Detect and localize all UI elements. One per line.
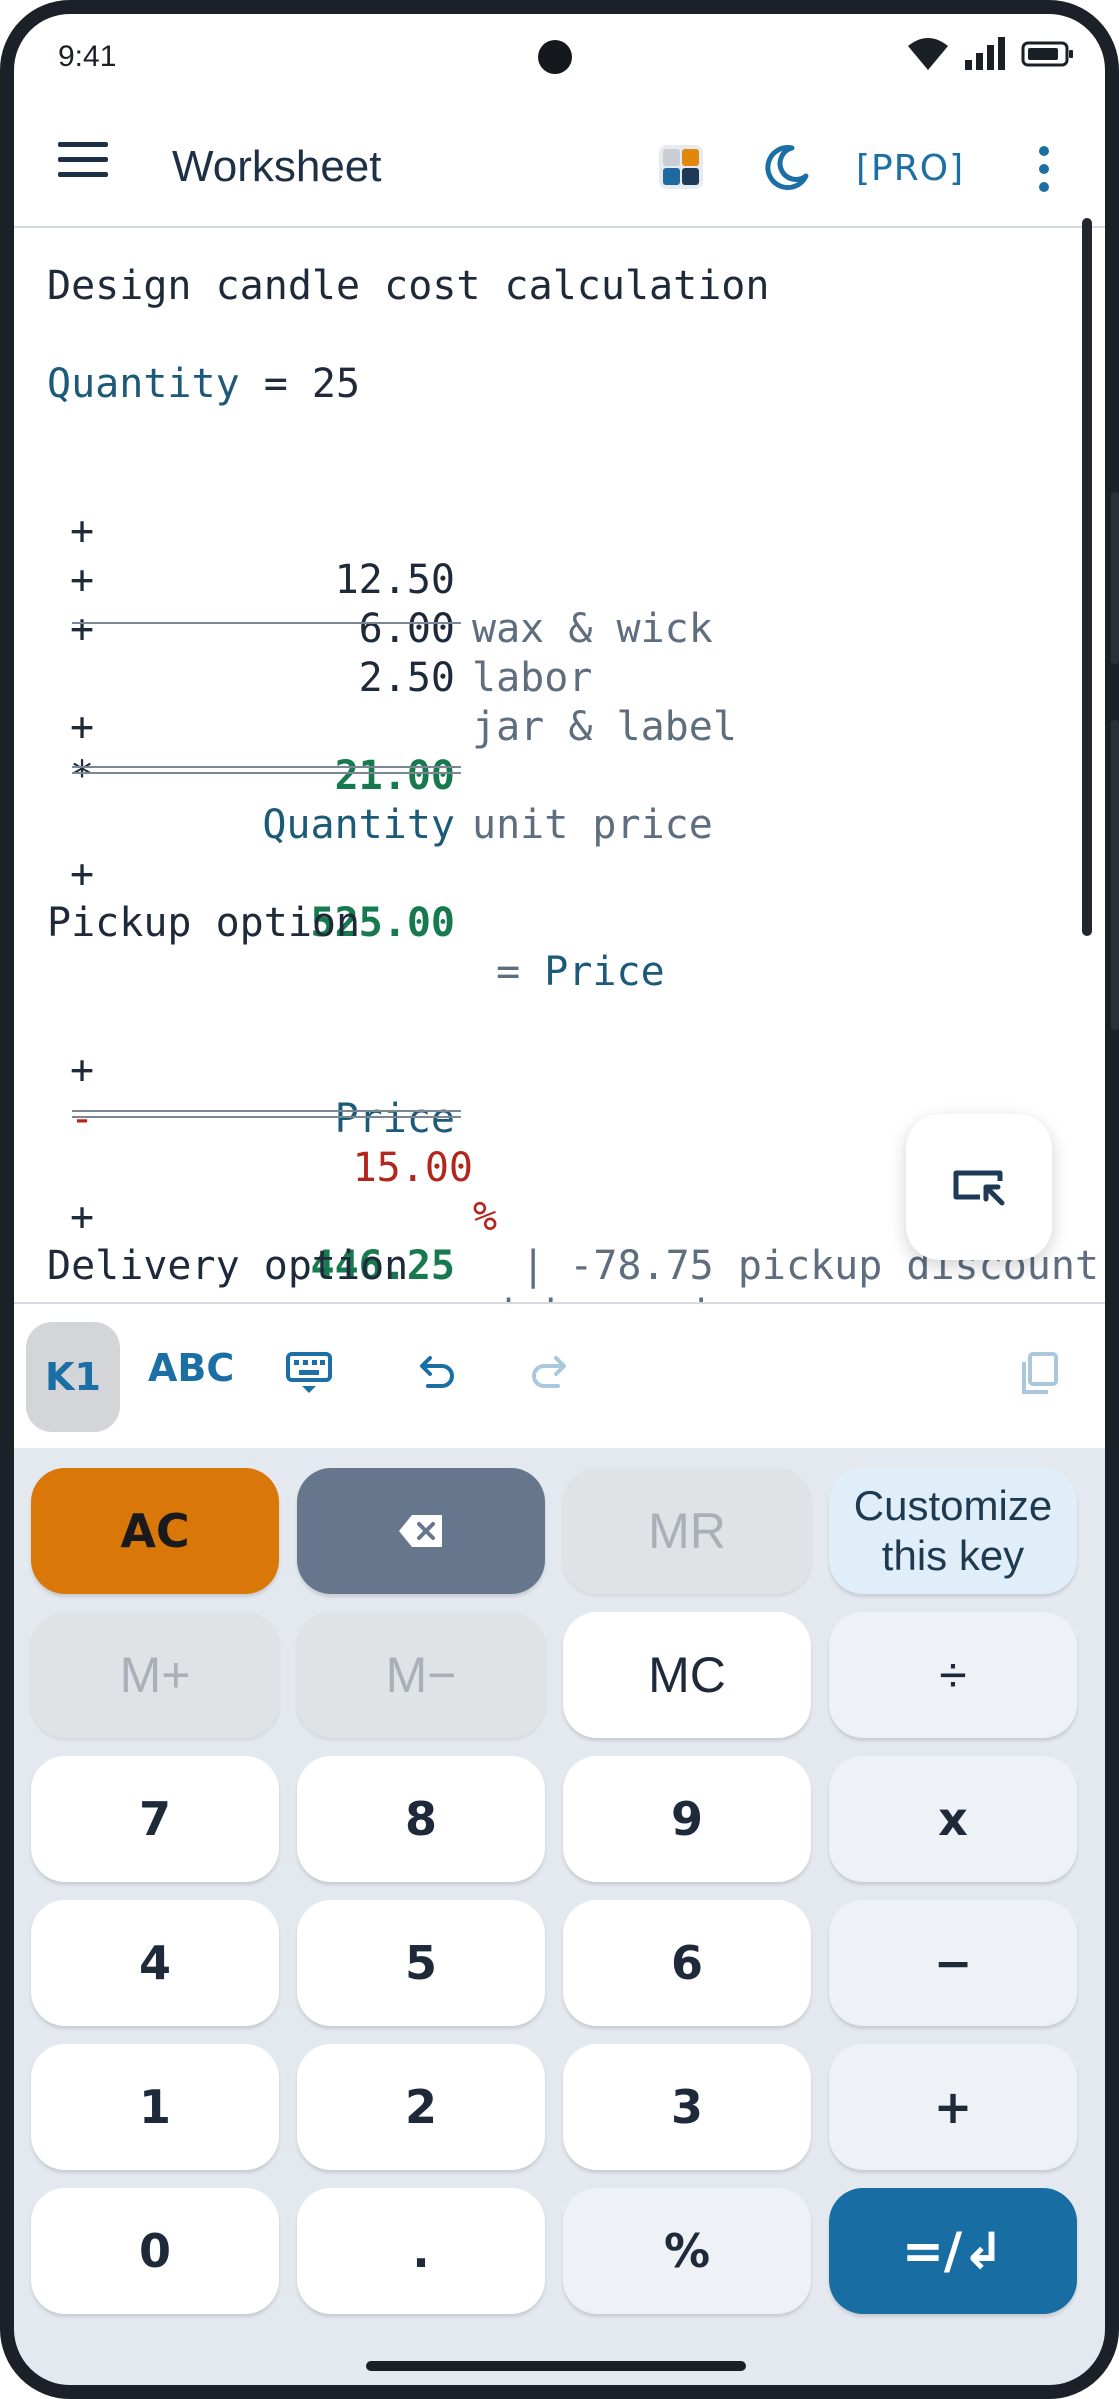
insert-result-button[interactable] [906,1114,1052,1260]
pickup-discount-row: - 15.00 % | -78.75 pickup discount [14,1046,1105,1289]
phone-screen: 9:41 Worksheet [PRO] Design candle cost … [14,14,1105,2385]
digit-3-button[interactable]: 3 [563,2044,811,2170]
copy-icon[interactable] [1014,1348,1064,1398]
digit-6-button[interactable]: 6 [563,1900,811,2026]
digit-5-button[interactable]: 5 [297,1900,545,2026]
keypad-k1-tab[interactable]: K1 [26,1322,120,1432]
memory-add-button[interactable]: M+ [31,1612,279,1738]
list-item: + 12.50 wax & wick [14,458,1105,652]
percent-sign: % [473,1194,498,1240]
multiply-row: * Quantity [14,703,1105,848]
device-side-button [1111,492,1119,664]
signal-icon [965,37,1005,70]
price-variable: Price [544,949,665,995]
hamburger-menu-icon[interactable] [58,140,108,180]
calculator-keypad: AC MR Customize this key M+ M− MC ÷ 7 8 … [14,1448,1105,2385]
operator: * [70,753,95,799]
more-options-icon[interactable] [1036,144,1052,194]
customize-key-label: Customize [853,1482,1053,1529]
theme-palette-icon[interactable] [658,144,704,190]
status-time: 9:41 [58,40,117,73]
digit-9-button[interactable]: 9 [563,1756,811,1882]
plus-button[interactable]: + [829,2044,1077,2170]
subtotal-divider [72,622,461,624]
operator: - [70,1096,95,1142]
pickup-base-row: + Price [14,997,1105,1142]
keypad-abc-tab[interactable]: ABC [148,1346,234,1390]
unit-price-row: + 21.00 unit price [14,654,1105,848]
battery-icon [1021,41,1073,67]
quantity-variable: Quantity [47,361,240,407]
digit-2-button[interactable]: 2 [297,2044,545,2170]
divide-button[interactable]: ÷ [829,1612,1077,1738]
total-divider [72,766,461,774]
multiply-button[interactable]: x [829,1756,1077,1882]
list-item: + 2.50 jar & label [14,556,1105,750]
redo-icon[interactable] [526,1348,576,1398]
operator: + [70,1194,95,1240]
quantity-definition: Quantity = 25 [47,360,360,409]
front-camera [538,40,572,74]
percent-button[interactable]: % [563,2188,811,2314]
worksheet-scrollbar[interactable] [1082,218,1092,936]
backspace-icon [399,1515,442,1547]
minus-button[interactable]: − [829,1900,1077,2026]
unit-price-result: 21.00 [334,753,455,799]
dark-mode-moon-icon[interactable] [762,142,812,192]
list-item: + 6.00 labor [14,507,1105,701]
customize-key-button[interactable]: Customize this key [829,1468,1077,1594]
status-bar: 9:41 [14,14,1105,100]
device-volume-button [1111,720,1119,1030]
undo-icon[interactable] [410,1348,460,1398]
item-note: wax & wick [472,606,713,652]
total-divider [72,1110,461,1118]
operator: + [70,606,95,652]
home-indicator[interactable] [366,2361,746,2371]
page-title: Worksheet [172,142,382,191]
customize-key-label: this key [881,1532,1025,1579]
status-icons [907,36,1075,72]
decimal-point-button[interactable]: . [297,2188,545,2314]
digit-7-button[interactable]: 7 [31,1756,279,1882]
price-assignment: = Price [472,948,665,997]
digit-8-button[interactable]: 8 [297,1756,545,1882]
memory-clear-button[interactable]: MC [563,1612,811,1738]
backspace-button[interactable] [297,1468,545,1594]
app-bar: Worksheet [PRO] [14,100,1105,228]
price-total-row: + 525.00 = Price [14,801,1105,995]
operator: + [70,851,95,897]
input-toolbar: K1 ABC [14,1302,1105,1450]
digit-1-button[interactable]: 1 [31,2044,279,2170]
memory-recall-button[interactable]: MR [563,1468,811,1594]
worksheet-heading: Design candle cost calculation [47,263,770,309]
insert-result-icon [953,1170,1005,1206]
item-note: pickup price [472,1291,761,1302]
section-heading: Pickup option [47,900,361,946]
equals-sign: = [472,949,545,995]
quantity-value: = 25 [239,361,361,407]
digit-0-button[interactable]: 0 [31,2188,279,2314]
all-clear-button[interactable]: AC [31,1468,279,1594]
wifi-icon [908,38,948,70]
pro-upgrade-button[interactable]: [PRO] [856,148,964,189]
equals-enter-button[interactable]: =/↲ [829,2188,1077,2314]
price-reference: Price [334,1096,455,1142]
digit-4-button[interactable]: 4 [31,1900,279,2026]
item-value: 6.00 [358,606,455,652]
memory-subtract-button[interactable]: M− [297,1612,545,1738]
section-heading: Delivery option [47,1243,409,1289]
keyboard-icon[interactable] [284,1348,334,1398]
